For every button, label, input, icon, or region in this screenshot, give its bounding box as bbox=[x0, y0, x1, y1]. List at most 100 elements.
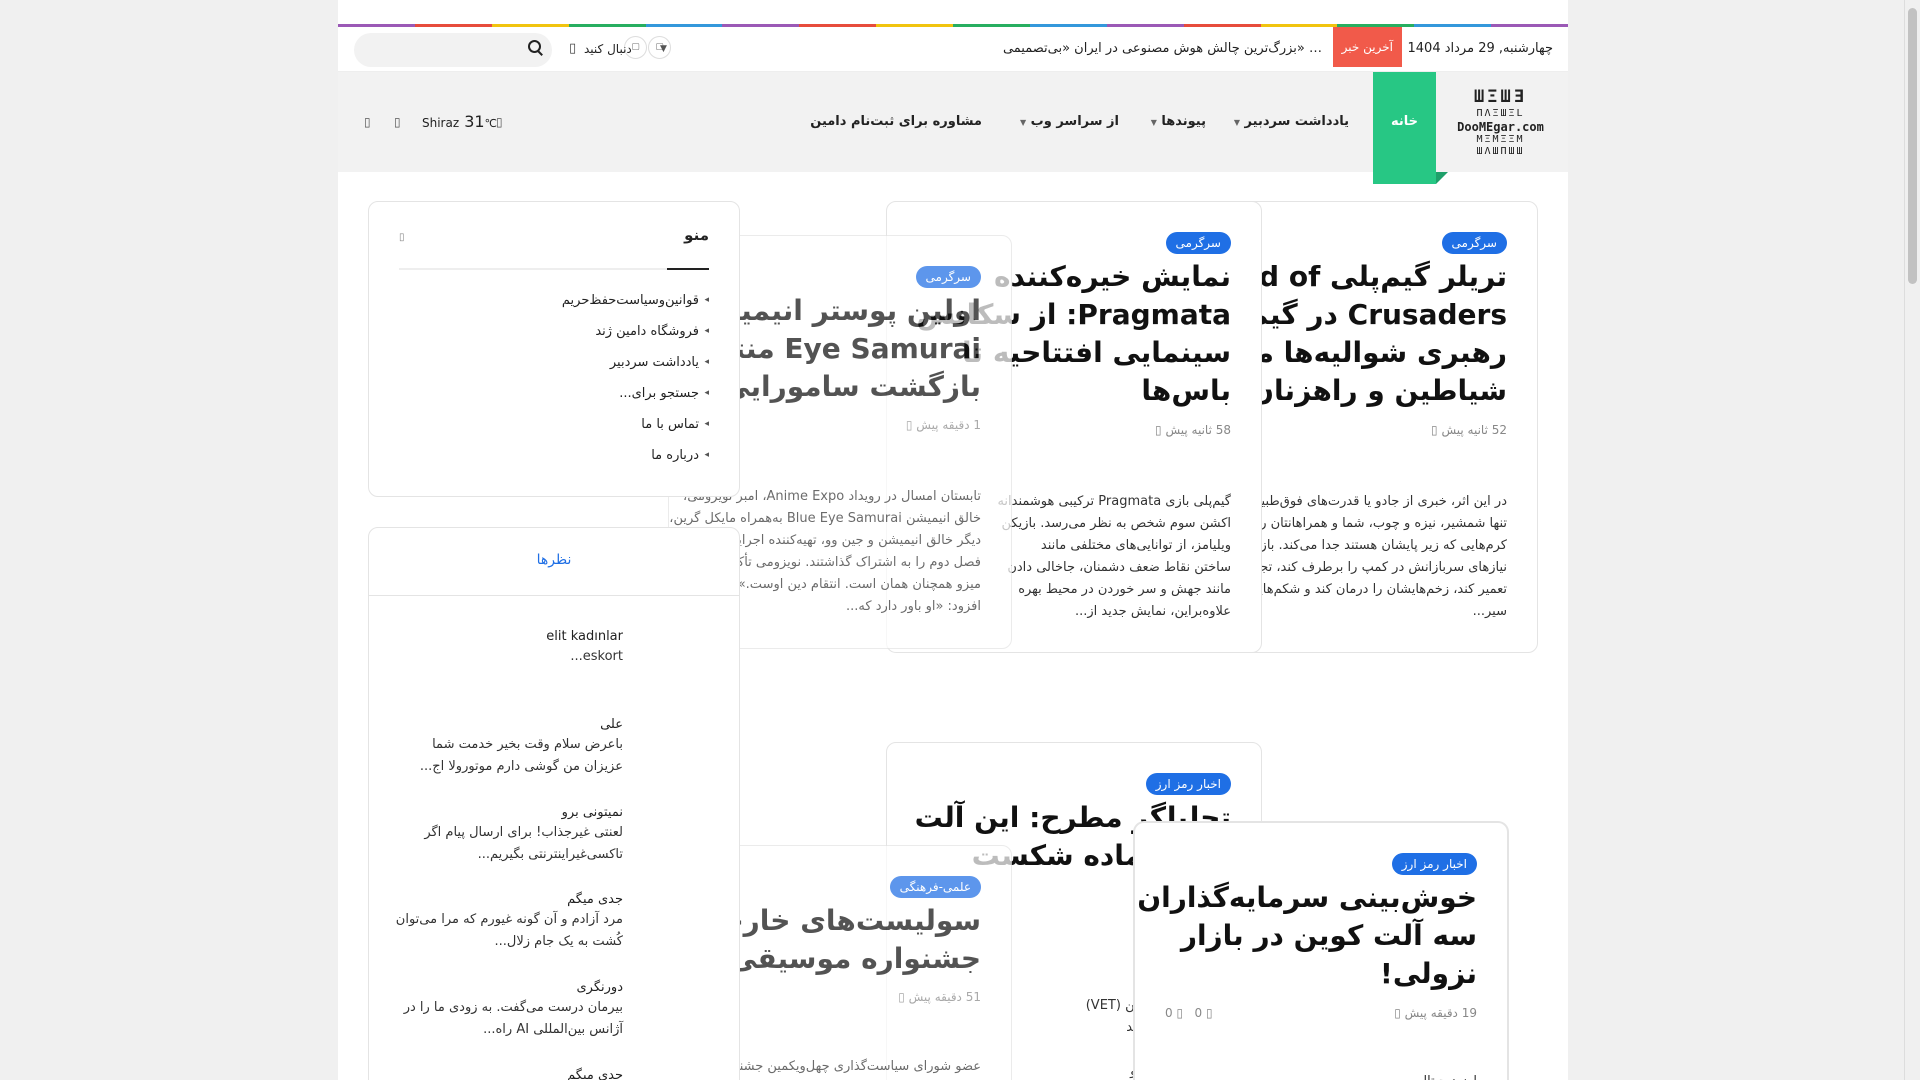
category-badge[interactable]: سرگرمی bbox=[1441, 232, 1507, 254]
breaking-news-ticker[interactable]: بزرگ‌ترین چالش هوش مصنوعی در ایران «بی‌ت… bbox=[1003, 27, 1322, 71]
post-excerpt: در این اثر، خبری از جادو یا قدرت‌های فوق… bbox=[1239, 491, 1507, 623]
comment-count: 0 bbox=[1194, 1006, 1203, 1020]
category-badge[interactable]: اخبار رمز ارز bbox=[1145, 773, 1231, 795]
menu-item[interactable]: درباره ما bbox=[651, 448, 699, 463]
tab-divider bbox=[369, 595, 739, 596]
post-title[interactable]: خوش‌بینی سرمایه‌گذاران به سه آلت کوین در… bbox=[1135, 879, 1477, 993]
widget-title: منو bbox=[684, 226, 709, 244]
post-card[interactable]: سرگرمی تریلر گیم‌پلی Band of Crusaders د… bbox=[1238, 201, 1538, 653]
comment-text[interactable]: مرد آزادم و آن گونه غیورم که مرا می‌توان… bbox=[396, 909, 623, 953]
comment-line: عزیزان من گوشی دارم موتورولا اج... bbox=[419, 759, 623, 774]
view-count: 0 bbox=[1165, 1006, 1173, 1020]
logo-glyphs: ΜΞΜΞΞΜ bbox=[1476, 134, 1525, 145]
page-scrollbar[interactable] bbox=[1904, 0, 1920, 1080]
comment-author[interactable]: دورنگری bbox=[577, 980, 624, 995]
comment-icon: ▯ bbox=[1206, 1006, 1213, 1020]
tab-comments[interactable]: نظرها bbox=[369, 552, 739, 568]
comment-text[interactable]: بیرمان درست می‌گفت. به زودی ما را در آژا… bbox=[404, 997, 623, 1041]
search-input[interactable] bbox=[354, 33, 552, 67]
weather-widget: Shiraz 31℃ bbox=[422, 72, 497, 172]
nav-label: پیوندها bbox=[1161, 114, 1206, 129]
title-line: نزولی! bbox=[1380, 957, 1477, 990]
menu-item[interactable]: تماس با ما bbox=[641, 417, 699, 432]
nav-item-links[interactable]: ▼ پیوندها bbox=[1145, 72, 1206, 172]
category-badge[interactable]: سرگرمی bbox=[1165, 232, 1231, 254]
comment-line: کُشت به یک جام زلال... bbox=[494, 934, 623, 949]
time-text: 58 ثانیه پیش bbox=[1165, 423, 1231, 437]
title-line: تریلر گیم‌پلی Band of bbox=[1239, 260, 1507, 293]
comment-author[interactable]: جدی میگم bbox=[567, 1068, 623, 1080]
chevron-down-icon: ▼ bbox=[660, 44, 667, 54]
location-icon: ▯ bbox=[496, 115, 503, 129]
comment-text[interactable]: لعنتی غیرجذاب! برای ارسال پیام اگر تاکسی… bbox=[424, 822, 623, 866]
chevron-left-icon: ◂ bbox=[704, 357, 709, 367]
title-line: رهبری شوالیه‌ها مقابل bbox=[1239, 336, 1507, 369]
category-badge[interactable]: اخبار رمز ارز bbox=[1391, 853, 1477, 875]
chevron-left-icon: ◂ bbox=[704, 450, 709, 460]
site-logo[interactable]: ШΞШƎ ΠΛΞШΞL DooMEgar.com ΜΞΜΞΞΜ ШΛШΠШШ bbox=[1448, 72, 1553, 172]
menu-item[interactable]: فروشگاه دامین ژند bbox=[595, 324, 699, 339]
chevron-left-icon: ◂ bbox=[704, 326, 709, 336]
nav-item-editor-note[interactable]: ▼ یادداشت سردبیر bbox=[1228, 72, 1349, 172]
nav-item-home[interactable]: خانه bbox=[1373, 72, 1448, 184]
weather-temp: 31 bbox=[464, 112, 485, 131]
nav-label: یادداشت سردبیر bbox=[1244, 114, 1349, 129]
follow-menu[interactable]: دنبال کنید bbox=[584, 27, 632, 71]
excerpt-line: نیازهای سربازانش در کمپ را برطرف کند، تج… bbox=[1238, 560, 1507, 575]
shuffle-icon[interactable]: ▯ bbox=[364, 72, 371, 172]
title-line: Crusaders در گیمزکام bbox=[1239, 298, 1507, 331]
comments-widget: نظرها elit kadınlar eskort... علی باعرض … bbox=[368, 527, 740, 1080]
site-container: چهارشنبه, 29 مرداد 1404 آخرین خبر بزرگ‌ت… bbox=[338, 0, 1568, 1080]
excerpt-line: کرم‌هایی که زیر پایشان هستند جدا می‌کند.… bbox=[1250, 538, 1507, 553]
comment-text[interactable]: باعرض سلام وقت بخیر خدمت شما عزیزان من گ… bbox=[420, 734, 623, 778]
title-line: سه آلت کوین در بازار bbox=[1180, 919, 1477, 952]
comment-author[interactable]: elit kadınlar bbox=[546, 629, 623, 644]
comment-line: تاکسی‌غیراینترنتی بگیریم... bbox=[477, 847, 623, 862]
scrollbar-thumb[interactable] bbox=[1908, 8, 1917, 284]
comment-line: بیرمان درست می‌گفت. به زودی ما را در bbox=[403, 1000, 623, 1015]
comment-author[interactable]: علی bbox=[600, 717, 623, 732]
post-time: 52 ثانیه پیش ▯ bbox=[1431, 423, 1507, 437]
breaking-news-label: آخرین خبر bbox=[1332, 27, 1402, 67]
title-line: شیاطین و راهزنان bbox=[1250, 374, 1507, 407]
menu-widget: منو ▯ قوانین‌وسیاست‌حفظ‌حریم ◂ فروشگاه د… bbox=[368, 201, 740, 497]
comment-text[interactable]: eskort... bbox=[570, 646, 623, 668]
menu-item[interactable]: جستجو برای... bbox=[619, 386, 699, 401]
comment-line: مرد آزادم و آن گونه غیورم که مرا می‌توان bbox=[395, 912, 623, 927]
nav-item-web[interactable]: ▼ از سراسر وب bbox=[1014, 72, 1119, 172]
widget-toggle-icon[interactable]: ▯ bbox=[399, 232, 405, 243]
clock-icon: ▯ bbox=[1431, 423, 1438, 437]
chevron-left-icon: ◂ bbox=[704, 419, 709, 429]
chevron-down-icon: ▼ bbox=[1019, 118, 1027, 127]
logo-glyphs: ΠΛΞШΞL bbox=[1476, 108, 1525, 119]
post-time: 1 دقیقه پیش ▯ bbox=[906, 418, 981, 432]
weather-city: Shiraz bbox=[422, 116, 460, 130]
widget-divider bbox=[399, 268, 709, 270]
category-badge[interactable]: علمی-فرهنگی bbox=[889, 876, 981, 898]
clock-icon: ▯ bbox=[1394, 1006, 1401, 1020]
excerpt-line: تعمیر کند، زخم‌هایشان را درمان کند و شکم… bbox=[1238, 582, 1507, 597]
excerpt-line: تنها شمشیر، نیزه و چوب، شما و همراهانتان… bbox=[1256, 516, 1507, 531]
nav-item-consult[interactable]: مشاوره برای ثبت‌نام دامین bbox=[810, 72, 982, 172]
chevron-down-icon: ▼ bbox=[1150, 118, 1157, 127]
category-badge[interactable]: سرگرمی bbox=[915, 266, 981, 288]
clock-icon: ▯ bbox=[905, 418, 913, 432]
clock-icon: ▯ bbox=[898, 990, 905, 1004]
user-icon[interactable]: ▯ bbox=[394, 72, 401, 172]
post-title[interactable]: تریلر گیم‌پلی Band of Crusaders در گیمزک… bbox=[1239, 258, 1507, 410]
eye-icon: ▯ bbox=[1176, 1006, 1184, 1020]
title-line: خوش‌بینی سرمایه‌گذاران به bbox=[1134, 881, 1477, 914]
current-date: چهارشنبه, 29 مرداد 1404 bbox=[1407, 41, 1553, 56]
comment-line: لعنتی غیرجذاب! برای ارسال پیام اگر bbox=[424, 825, 623, 840]
chevron-down-icon: ▼ bbox=[1233, 118, 1241, 127]
menu-item[interactable]: قوانین‌وسیاست‌حفظ‌حریم bbox=[562, 293, 699, 308]
excerpt-line: ارز دیجیتال ... bbox=[1135, 1071, 1477, 1080]
comment-line: باعرض سلام وقت بخیر خدمت شما bbox=[432, 737, 623, 752]
search-icon[interactable] bbox=[528, 40, 541, 53]
chevron-left-icon: ◂ bbox=[704, 388, 709, 398]
random-article-icon[interactable]: ▯ bbox=[569, 27, 576, 71]
menu-item[interactable]: یادداشت سردبیر bbox=[610, 355, 699, 370]
comment-author[interactable]: نمیتونی برو bbox=[562, 805, 623, 820]
post-card[interactable]: اخبار رمز ارز خوش‌بینی سرمایه‌گذاران به … bbox=[1134, 822, 1508, 1080]
comment-author[interactable]: جدی میگم bbox=[567, 892, 623, 907]
